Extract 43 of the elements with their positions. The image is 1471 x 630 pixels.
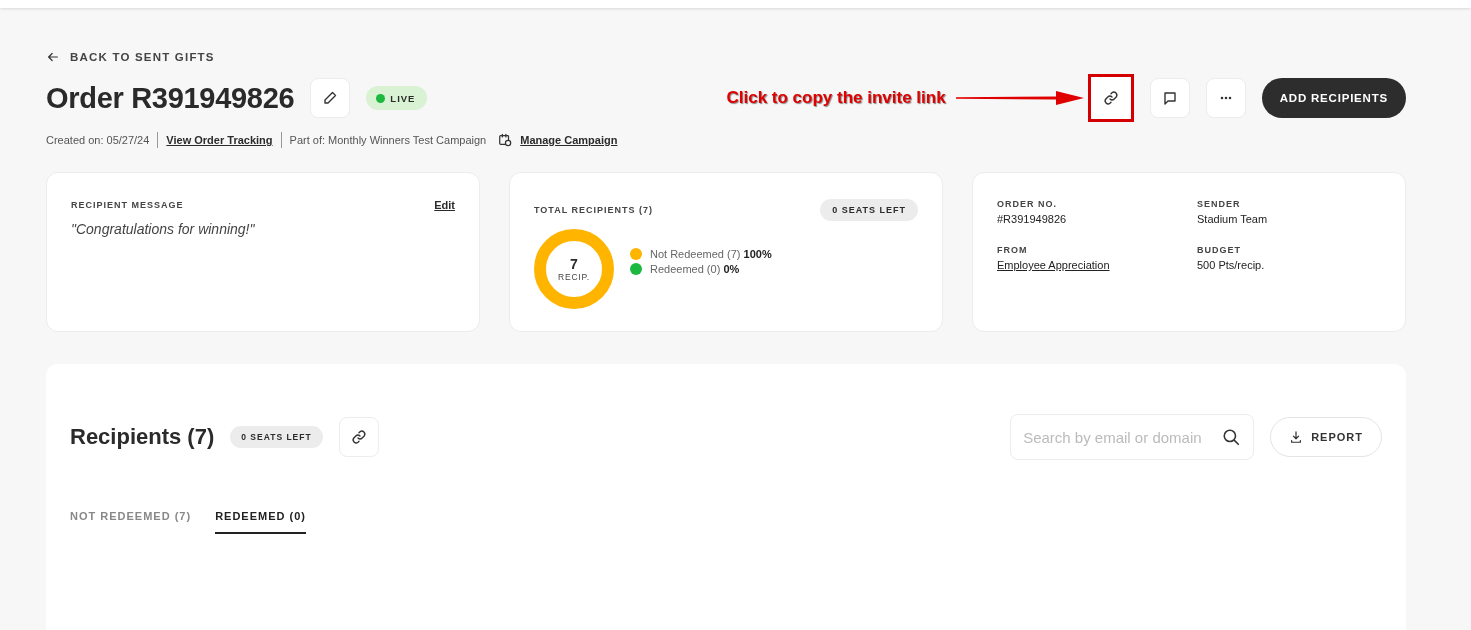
tab[interactable]: NOT REDEEMED (7)	[70, 510, 192, 534]
link-icon	[1102, 90, 1119, 106]
campaign-link[interactable]: Manage Campaign	[520, 134, 618, 146]
field-value: #R391949826	[997, 213, 1068, 225]
field-value: 500 Pts/recip.	[1197, 259, 1266, 271]
section-title: Recipients (7)	[70, 424, 215, 450]
tab[interactable]: REDEEMED (0)	[215, 510, 306, 534]
legend-label: Redeemed (0) 0%	[650, 262, 740, 275]
status-label: LIVE	[390, 92, 416, 104]
donut-label: RECIP.	[557, 272, 590, 282]
report-button[interactable]: REPORT	[1270, 417, 1382, 457]
arrow-left-icon	[46, 50, 60, 64]
field-link[interactable]: Employee Appreciation	[997, 259, 1197, 271]
search-field[interactable]: Search by email or domain	[1010, 414, 1255, 460]
order-tracking-link[interactable]: View Order Tracking	[166, 134, 273, 146]
copy-link-button[interactable]	[1087, 74, 1134, 122]
card-heading: RECIPIENT MESSAGE	[71, 200, 184, 210]
comment-button[interactable]	[1149, 78, 1190, 118]
field-value: Stadium Team	[1197, 213, 1269, 225]
recipient-message: "Congratulations for winning!"	[71, 221, 256, 237]
meta-text: Created on: 05/27/24	[46, 134, 150, 146]
speech-bubble-icon	[1161, 90, 1178, 106]
download-icon	[1289, 430, 1304, 444]
seats-badge: 0 SEATS LEFT	[230, 426, 323, 448]
search-icon	[1222, 428, 1241, 446]
card-heading: TOTAL RECIPIENTS (7)	[534, 205, 653, 215]
back-link[interactable]: BACK TO SENT GIFTS	[46, 50, 1406, 64]
meta-text: Part of: Monthly Winners Test Campaign	[289, 134, 487, 146]
seats-badge: 0 SEATS LEFT	[820, 199, 918, 221]
add-recipients-button[interactable]: ADD RECIPIENTS	[1261, 78, 1406, 118]
link-icon	[350, 429, 367, 445]
field-label: ORDER NO.	[997, 199, 1058, 209]
pencil-icon	[322, 90, 339, 106]
edit-link[interactable]: Edit	[434, 199, 455, 211]
field-label: SENDER	[1197, 199, 1242, 209]
field-label: BUDGET	[1197, 245, 1242, 255]
page-title: Order R391949826	[46, 81, 295, 115]
donut-value: 7	[570, 256, 578, 272]
legend-label: Not Redeemed (7) 100%	[650, 247, 772, 260]
annotation-text: Click to copy the invite link	[726, 88, 946, 108]
calendar-refresh-icon	[498, 133, 513, 147]
edit-button[interactable]	[310, 78, 351, 118]
field-label: FROM	[997, 245, 1029, 255]
